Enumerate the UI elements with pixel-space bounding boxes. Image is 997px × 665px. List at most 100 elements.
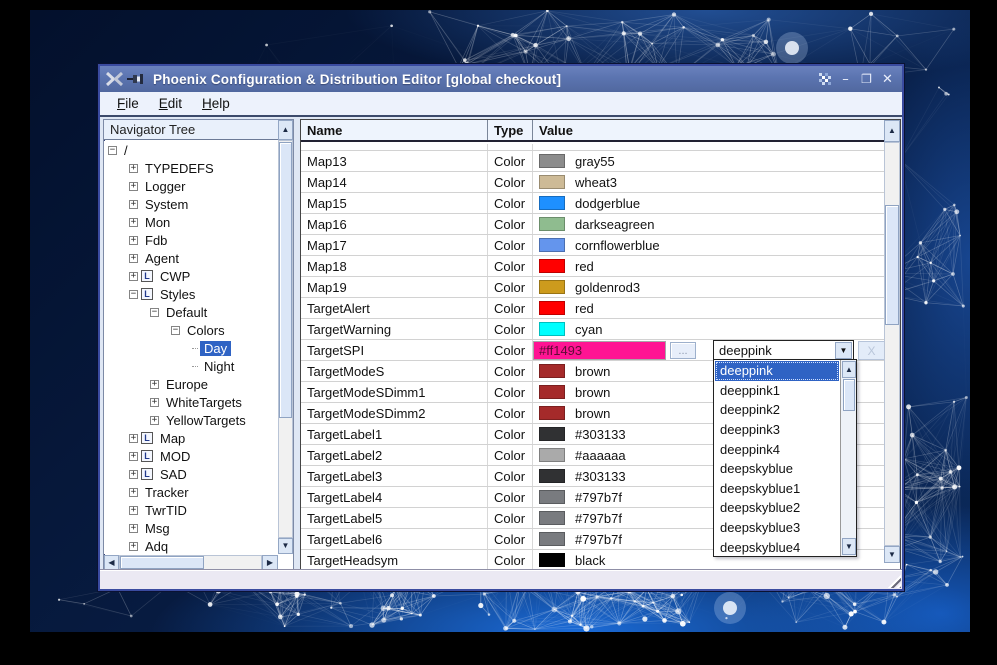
table-cell[interactable]: TargetLabel1 [301,424,488,444]
expand-icon[interactable]: + [129,254,138,263]
menu-item-help[interactable]: Help [193,94,239,113]
title-bar[interactable]: Phoenix Configuration & Distribution Edi… [100,66,902,92]
table-cell[interactable]: Map18 [301,256,488,276]
tree-item-msg[interactable]: +Msg [104,519,278,537]
table-cell[interactable]: Map17 [301,235,488,255]
table-row-targetspi[interactable]: TargetSPIColor#ff1493...deeppink▼X [301,340,884,361]
table-cell[interactable]: Color [488,256,533,276]
table-cell[interactable]: Color [488,319,533,339]
color-picker-button[interactable]: ... [670,342,696,359]
tree-hscrollbar-thumb[interactable] [120,556,204,569]
table-cell[interactable]: Color [488,298,533,318]
dropdown-scroll-up-button[interactable]: ▲ [842,361,856,378]
resize-grip[interactable] [886,573,901,588]
table-cell[interactable]: cyan [533,319,884,339]
tree-item-twrtid[interactable]: +TwrTID [104,501,278,519]
tree-item-typedefs[interactable]: +TYPEDEFS [104,159,278,177]
expand-icon[interactable]: + [129,470,138,479]
expand-icon[interactable]: + [129,524,138,533]
tree-item-sad[interactable]: +LSAD [104,465,278,483]
tree-item-logger[interactable]: +Logger [104,177,278,195]
tree-item-styles[interactable]: −LStyles [104,285,278,303]
table-cell[interactable]: Color [488,214,533,234]
workspace-dither-icon[interactable] [817,71,833,87]
expand-icon[interactable]: + [150,380,159,389]
table-cell[interactable]: TargetModeSDimm2 [301,403,488,423]
table-cell[interactable]: Map15 [301,193,488,213]
table-scroll-up-button[interactable]: ▲ [884,120,900,142]
table-row-targetwarning[interactable]: TargetWarningColorcyan [301,319,884,340]
table-vscrollbar-track[interactable] [884,142,900,546]
tree-scroll-up-button[interactable]: ▲ [278,120,293,140]
expand-icon[interactable]: + [129,272,138,281]
maximize-button[interactable]: ❐ [858,71,875,88]
dropdown-item-deeppink[interactable]: deeppink [715,361,839,381]
column-header-type[interactable]: Type [488,120,533,140]
expand-icon[interactable]: + [150,416,159,425]
table-row-map13[interactable]: Map13Colorgray55 [301,151,884,172]
tree-item-system[interactable]: +System [104,195,278,213]
tree-item-colors[interactable]: −Colors [104,321,278,339]
table-cell[interactable]: Color [488,424,533,444]
minimize-button[interactable]: – [837,71,854,88]
chevron-down-icon[interactable]: ▼ [835,342,852,359]
expand-icon[interactable]: + [129,488,138,497]
table-cell[interactable]: Color [488,403,533,423]
table-cell[interactable]: TargetAlert [301,298,488,318]
table-cell[interactable]: Color [488,466,533,486]
table-row-targetalert[interactable]: TargetAlertColorred [301,298,884,319]
table-cell[interactable]: Color [488,235,533,255]
tree-item-tracker[interactable]: +Tracker [104,483,278,501]
table-cell[interactable] [488,144,533,150]
dropdown-item-deepskyblue[interactable]: deepskyblue [715,459,839,479]
table-cell[interactable]: Map13 [301,151,488,171]
table-row-map17[interactable]: Map17Colorcornflowerblue [301,235,884,256]
table-row-map15[interactable]: Map15Colordodgerblue [301,193,884,214]
table-cell[interactable]: TargetModeS [301,361,488,381]
table-cell[interactable]: red [533,256,884,276]
table-cell[interactable]: Map14 [301,172,488,192]
table-cell[interactable]: TargetSPI [301,340,488,360]
dropdown-item-deepskyblue3[interactable]: deepskyblue3 [715,518,839,538]
menu-item-file[interactable]: File [108,94,148,113]
table-cell[interactable]: red [533,298,884,318]
table-cell[interactable]: Color [488,151,533,171]
dropdown-item-deeppink4[interactable]: deeppink4 [715,439,839,459]
table-cell[interactable]: TargetWarning [301,319,488,339]
dropdown-scrollbar[interactable]: ▲ ▼ [840,360,856,556]
dropdown-item-deeppink1[interactable]: deeppink1 [715,381,839,401]
table-cell[interactable]: TargetLabel3 [301,466,488,486]
table-scroll-down-button[interactable]: ▼ [884,546,900,563]
table-cell[interactable]: TargetLabel4 [301,487,488,507]
dropdown-item-deeppink3[interactable]: deeppink3 [715,420,839,440]
table-cell[interactable]: Color [488,550,533,570]
table-cell[interactable]: Color [488,445,533,465]
dropdown-item-deepskyblue1[interactable]: deepskyblue1 [715,479,839,499]
tree-item-yellowtargets[interactable]: +YellowTargets [104,411,278,429]
tree-item-root[interactable]: −/ [104,141,278,159]
expand-icon[interactable]: + [129,506,138,515]
expand-icon[interactable]: + [129,218,138,227]
tree-item-default[interactable]: −Default [104,303,278,321]
table-cell[interactable]: Color [488,487,533,507]
dropdown-scroll-down-button[interactable]: ▼ [842,538,856,555]
table-cell[interactable]: Color [488,529,533,549]
table-cell[interactable]: Color [488,382,533,402]
tree-scroll-right-button[interactable]: ▶ [262,555,278,570]
table-cell[interactable] [533,144,884,150]
table-cell[interactable] [301,144,488,150]
table-row-map16[interactable]: Map16Colordarkseagreen [301,214,884,235]
expand-icon[interactable]: + [129,182,138,191]
expand-icon[interactable]: + [129,452,138,461]
collapse-icon[interactable]: − [129,290,138,299]
table-cell[interactable]: Map19 [301,277,488,297]
expand-icon[interactable]: + [150,398,159,407]
expand-icon[interactable]: + [129,164,138,173]
hex-value-field[interactable]: #ff1493 [533,341,666,360]
dropdown-item-deeppink2[interactable]: deeppink2 [715,400,839,420]
tree-item-fdb[interactable]: +Fdb [104,231,278,249]
collapse-icon[interactable]: − [171,326,180,335]
column-header-name[interactable]: Name [301,120,488,140]
table-cell[interactable]: Color [488,277,533,297]
table-cell[interactable]: TargetHeadsym [301,550,488,570]
